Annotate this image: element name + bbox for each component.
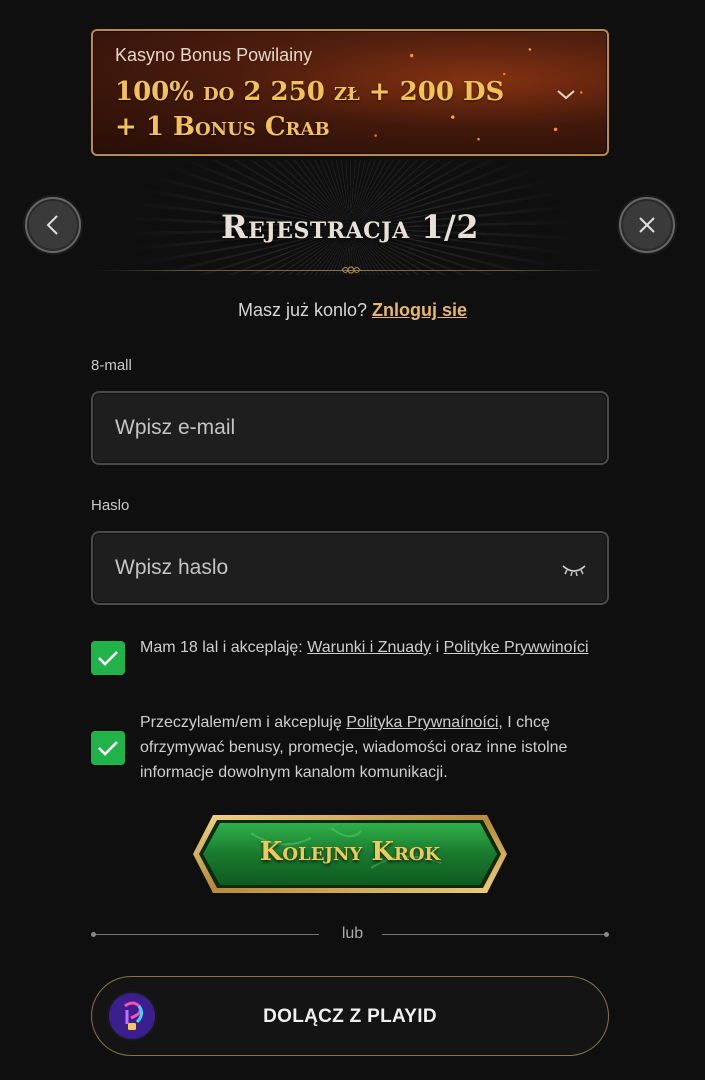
consent-1-middle: i [435, 639, 440, 656]
check-icon [98, 651, 118, 666]
playid-button[interactable]: DOLĄCZ Z PLAYID [91, 976, 609, 1056]
bonus-title: 100% do 2 250 zł + 200 DS + 1 Bonus Crab [115, 77, 505, 142]
ornament-icon [341, 266, 361, 274]
divider-dot-right [604, 932, 609, 937]
page-title: Rejestracja 1/2 [221, 208, 479, 246]
bonus-banner[interactable]: Kasyno Bonus Powilainy 100% do 2 250 zł … [91, 29, 609, 156]
divider-line-right [382, 934, 604, 935]
login-prompt-text: Masz już konlo? [237, 300, 368, 320]
login-link[interactable]: Znloguj sie [372, 300, 467, 320]
age-terms-text: Mam 18 lal i akceplaję: Warunki i Znuady… [140, 635, 610, 660]
next-step-label: Kolejny Krok [259, 837, 441, 867]
playid-label: DOLĄCZ Z PLAYID [263, 1006, 437, 1027]
chevron-left-icon [46, 215, 58, 235]
terms-link[interactable]: Warunki i Znuady [307, 639, 431, 656]
chevron-down-icon[interactable] [555, 83, 577, 105]
consent-2-prefix: Przeczylalem/em i akcepluję [140, 714, 342, 731]
back-button[interactable] [25, 197, 81, 253]
marketing-consent-text: Przeczylalem/em i akcepluję Polityka Pry… [140, 710, 610, 785]
marketing-consent-checkbox[interactable] [91, 731, 125, 765]
eye-closed-icon[interactable] [561, 562, 587, 578]
password-input[interactable] [91, 531, 609, 605]
consent-1-prefix: Mam 18 lal i akceplaję: [140, 639, 303, 656]
close-button[interactable] [619, 197, 675, 253]
bonus-subtitle: Kasyno Bonus Powilainy [115, 45, 313, 65]
age-terms-checkbox[interactable] [91, 641, 125, 675]
privacy-policy-link-2[interactable]: Polityka Prywnaínoíci [346, 714, 498, 731]
email-input[interactable] [91, 391, 609, 465]
privacy-policy-link[interactable]: Polityke Prywwinoíci [444, 639, 589, 656]
password-label: Haslo [91, 497, 130, 514]
check-icon [98, 741, 118, 756]
next-step-button[interactable]: Kolejny Krok [191, 813, 509, 895]
login-prompt: Masz już konlo? Znloguj sie [0, 300, 705, 321]
heading-section: Rejestracja 1/2 [95, 160, 605, 275]
close-icon [639, 217, 655, 233]
email-label: 8-mall [91, 357, 132, 374]
